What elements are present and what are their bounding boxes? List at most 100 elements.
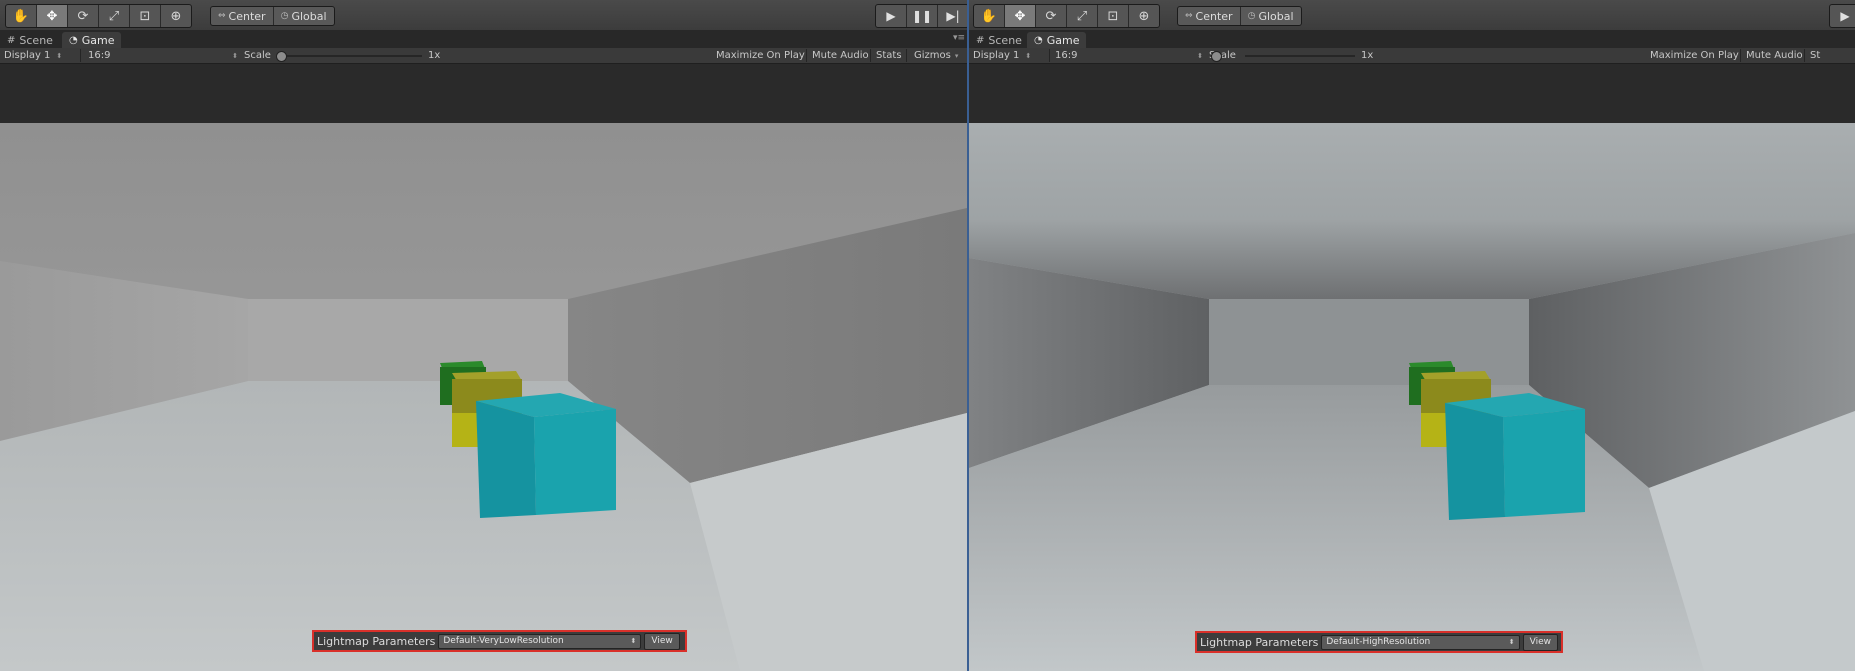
play-icon[interactable]: ▶ bbox=[876, 5, 907, 27]
tab-scene[interactable]: # Scene bbox=[969, 32, 1029, 48]
rect-tool-icon[interactable]: ⊡ bbox=[1098, 5, 1129, 27]
main-toolbar: ✋ ✥ ⟳ ⤢ ⊡ ⊕ ⇔ Center ◷ Global ▶ ❚❚ ▶| bbox=[0, 0, 967, 31]
dropdown-arrow-icon: ⬍ bbox=[1508, 638, 1515, 646]
display-dropdown[interactable]: Display 1 ⬍ bbox=[4, 49, 76, 62]
transform-tools: ✋ ✥ ⟳ ⤢ ⊡ ⊕ bbox=[5, 4, 192, 28]
pivot-center-icon: ⇔ bbox=[218, 11, 226, 21]
pivot-toggles: ⇔ Center ◷ Global bbox=[210, 6, 335, 26]
scale-value: 1x bbox=[1361, 50, 1374, 61]
play-controls: ▶ ❚❚ ▶| bbox=[875, 4, 967, 28]
rect-tool-icon[interactable]: ⊡ bbox=[130, 5, 161, 27]
letterbox-bar bbox=[969, 64, 1855, 123]
pivot-global-label: Global bbox=[1258, 9, 1294, 23]
separator bbox=[1804, 49, 1805, 62]
scale-slider-track[interactable] bbox=[1245, 55, 1355, 57]
pivot-global-button[interactable]: ◷ Global bbox=[1241, 7, 1301, 25]
lightmap-parameters-label: Lightmap Parameters bbox=[1200, 635, 1319, 649]
stats-toggle-partial[interactable]: St bbox=[1810, 49, 1820, 62]
cyan-cube-front bbox=[1503, 409, 1585, 517]
scene-grid-icon: # bbox=[7, 34, 16, 46]
tab-strip: # Scene ◔ Game ▾≡ bbox=[0, 30, 967, 48]
aspect-dropdown[interactable]: 16:9 ⬍ bbox=[88, 49, 238, 62]
maximize-on-play-toggle[interactable]: Maximize On Play bbox=[1650, 49, 1739, 62]
scene-render bbox=[0, 123, 967, 671]
move-icon[interactable]: ✥ bbox=[37, 5, 68, 27]
lightmap-parameters-select[interactable]: Default-HighResolution ⬍ bbox=[1321, 634, 1520, 650]
game-pacman-icon: ◔ bbox=[69, 34, 78, 46]
tab-game[interactable]: ◔ Game bbox=[1027, 32, 1087, 48]
pivot-center-button[interactable]: ⇔ Center bbox=[1178, 7, 1241, 25]
tab-scene-label: Scene bbox=[19, 33, 53, 47]
move-icon[interactable]: ✥ bbox=[1005, 5, 1036, 27]
gizmos-label: Gizmos bbox=[914, 50, 951, 61]
tab-game[interactable]: ◔ Game bbox=[62, 32, 122, 48]
aspect-dropdown[interactable]: 16:9 ⬍ bbox=[1055, 49, 1203, 62]
dropdown-arrow-icon: ⬍ bbox=[630, 637, 637, 645]
rotate-icon[interactable]: ⟳ bbox=[68, 5, 99, 27]
scale-slider-track[interactable] bbox=[280, 55, 422, 57]
display-value: Display 1 bbox=[973, 50, 1020, 61]
dropdown-arrow-icon: ⬍ bbox=[232, 51, 238, 60]
pivot-center-label: Center bbox=[228, 9, 266, 23]
pivot-center-icon: ⇔ bbox=[1185, 11, 1193, 21]
lightmap-parameters-panel: Lightmap Parameters Default-VeryLowResol… bbox=[312, 630, 687, 652]
cyan-cube-front bbox=[534, 409, 616, 515]
game-view-toolbar: Display 1 ⬍ 16:9 ⬍ Scale 1x Maximize On … bbox=[969, 48, 1855, 64]
scene-grid-icon: # bbox=[976, 34, 985, 46]
rotate-icon[interactable]: ⟳ bbox=[1036, 5, 1067, 27]
scale-value: 1x bbox=[428, 50, 441, 61]
play-icon[interactable]: ▶ bbox=[1830, 5, 1855, 27]
scale-icon[interactable]: ⤢ bbox=[1067, 5, 1098, 27]
game-viewport[interactable] bbox=[0, 123, 967, 671]
lightmap-parameters-value: Default-VeryLowResolution bbox=[443, 636, 564, 646]
separator bbox=[806, 49, 807, 62]
globe-icon: ◷ bbox=[280, 11, 289, 21]
pane-menu-icon[interactable]: ▾≡ bbox=[953, 33, 965, 43]
gizmos-dropdown[interactable]: Gizmos ▾ bbox=[914, 49, 958, 62]
pivot-global-button[interactable]: ◷ Global bbox=[274, 7, 334, 25]
game-pacman-icon: ◔ bbox=[1034, 34, 1043, 46]
tab-game-label: Game bbox=[81, 33, 115, 47]
back-wall bbox=[248, 299, 568, 381]
dropdown-arrow-icon: ▾ bbox=[954, 51, 959, 60]
scale-slider-knob[interactable] bbox=[276, 51, 287, 62]
hand-icon[interactable]: ✋ bbox=[974, 5, 1005, 27]
game-viewport[interactable] bbox=[969, 123, 1855, 671]
step-icon[interactable]: ▶| bbox=[938, 5, 967, 27]
mute-audio-toggle[interactable]: Mute Audio bbox=[812, 49, 869, 62]
pivot-center-button[interactable]: ⇔ Center bbox=[211, 7, 274, 25]
scale-slider-knob[interactable] bbox=[1211, 51, 1222, 62]
left-editor-pane: ✋ ✥ ⟳ ⤢ ⊡ ⊕ ⇔ Center ◷ Global ▶ ❚❚ ▶| # … bbox=[0, 0, 967, 671]
separator bbox=[80, 49, 81, 62]
aspect-value: 16:9 bbox=[1055, 50, 1078, 61]
separator bbox=[870, 49, 871, 62]
transform-tool-icon[interactable]: ⊕ bbox=[161, 5, 191, 27]
display-dropdown[interactable]: Display 1 ⬍ bbox=[973, 49, 1045, 62]
letterbox-bar bbox=[0, 64, 967, 123]
transform-tools: ✋ ✥ ⟳ ⤢ ⊡ ⊕ bbox=[973, 4, 1160, 28]
tab-scene-label: Scene bbox=[988, 33, 1022, 47]
tab-game-label: Game bbox=[1046, 33, 1080, 47]
stats-toggle[interactable]: Stats bbox=[876, 49, 902, 62]
cyan-cube-left bbox=[1445, 403, 1505, 520]
lightmap-view-button[interactable]: View bbox=[1522, 633, 1558, 651]
tab-scene[interactable]: # Scene bbox=[0, 32, 60, 48]
play-controls: ▶ bbox=[1829, 4, 1855, 28]
aspect-value: 16:9 bbox=[88, 50, 111, 61]
hand-icon[interactable]: ✋ bbox=[6, 5, 37, 27]
separator bbox=[1740, 49, 1741, 62]
scale-label: Scale bbox=[244, 50, 271, 61]
game-view-toolbar: Display 1 ⬍ 16:9 ⬍ Scale 1x Maximize On … bbox=[0, 48, 967, 64]
dropdown-arrow-icon: ⬍ bbox=[1197, 51, 1203, 60]
scale-icon[interactable]: ⤢ bbox=[99, 5, 130, 27]
pause-icon[interactable]: ❚❚ bbox=[907, 5, 938, 27]
lightmap-parameters-select[interactable]: Default-VeryLowResolution ⬍ bbox=[438, 633, 642, 649]
maximize-on-play-toggle[interactable]: Maximize On Play bbox=[716, 49, 805, 62]
lightmap-view-button[interactable]: View bbox=[644, 632, 680, 650]
globe-icon: ◷ bbox=[1247, 11, 1256, 21]
mute-audio-toggle[interactable]: Mute Audio bbox=[1746, 49, 1803, 62]
pivot-global-label: Global bbox=[291, 9, 327, 23]
lightmap-parameters-label: Lightmap Parameters bbox=[317, 634, 436, 648]
lightmap-parameters-value: Default-HighResolution bbox=[1326, 637, 1431, 647]
transform-tool-icon[interactable]: ⊕ bbox=[1129, 5, 1159, 27]
